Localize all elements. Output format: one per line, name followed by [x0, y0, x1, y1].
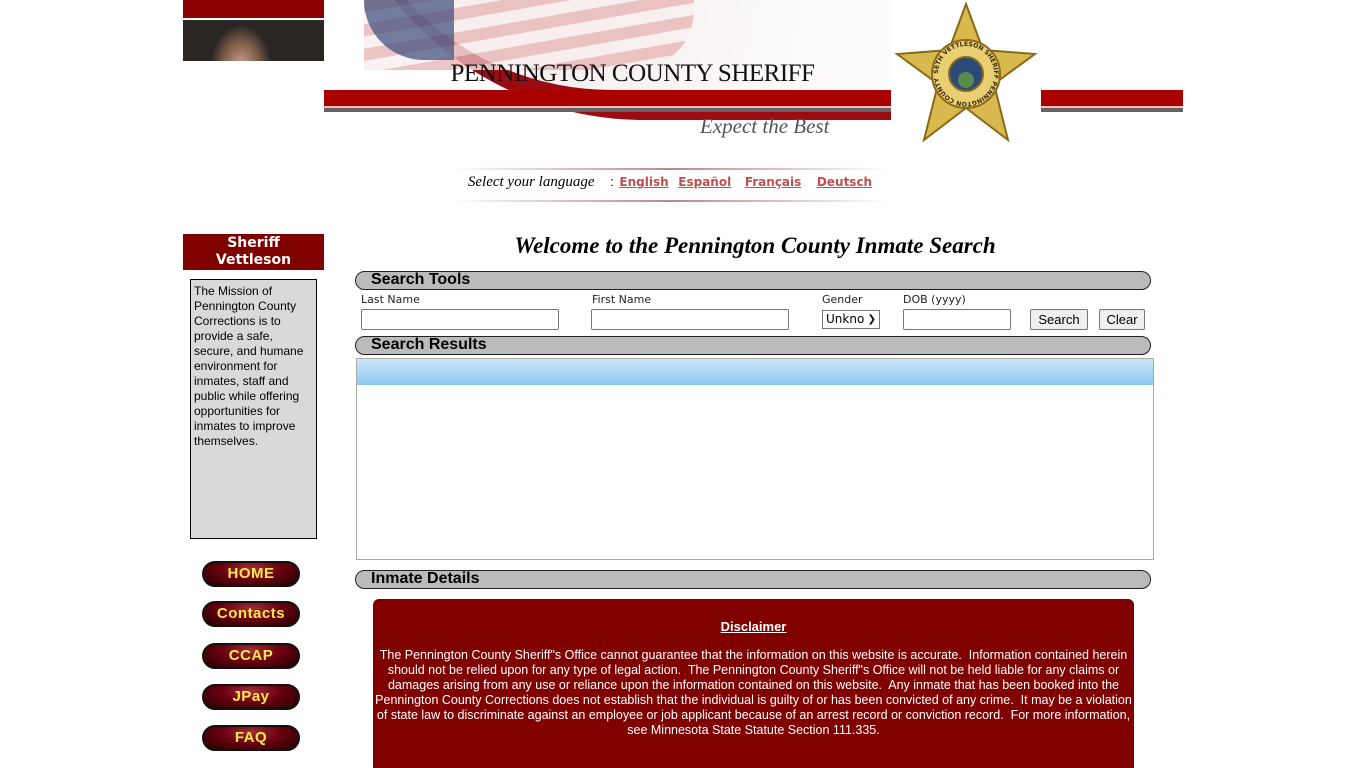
- search-results-header: Search Results: [355, 336, 1151, 355]
- mission-statement: The Mission of Pennington County Correct…: [190, 279, 317, 539]
- inmate-details-header: Inmate Details: [355, 570, 1151, 589]
- header-bar: [1041, 90, 1183, 106]
- last-name-input[interactable]: [361, 309, 559, 330]
- nav-jpay-button[interactable]: JPay: [202, 684, 300, 710]
- lang-english[interactable]: English: [619, 175, 668, 189]
- lang-deutsch[interactable]: Deutsch: [817, 175, 872, 189]
- first-name-input[interactable]: [591, 309, 789, 330]
- language-label: Select your language: [467, 174, 595, 190]
- search-button[interactable]: Search: [1030, 309, 1088, 330]
- language-selector: Select your language : English Español F…: [467, 174, 873, 190]
- nav-ccap-button[interactable]: CCAP: [202, 643, 300, 669]
- sheriff-name-box: Sheriff Vettleson: [183, 234, 324, 270]
- disclaimer-title: Disclaimer: [720, 619, 787, 634]
- disclaimer-text: The Pennington County Sheriff"s Office c…: [375, 648, 1136, 737]
- dob-label: DOB (yyyy): [903, 293, 966, 306]
- lang-francais[interactable]: Français: [745, 175, 801, 189]
- search-results-table: [356, 358, 1154, 560]
- divider: [450, 168, 890, 170]
- chevron-down-icon: ❯: [867, 314, 876, 325]
- gender-label: Gender: [822, 293, 863, 306]
- dob-input[interactable]: [903, 309, 1011, 330]
- sheriff-badge-logo: SETH VETTLESON SHERIFF PENNINGTON COUNTY: [894, 2, 1038, 143]
- results-table-header: [357, 359, 1153, 385]
- lang-espanol[interactable]: Español: [678, 175, 731, 189]
- nav-home-button[interactable]: HOME: [202, 561, 300, 587]
- first-name-label: First Name: [592, 293, 652, 306]
- clear-button[interactable]: Clear: [1099, 309, 1145, 330]
- sheriff-photo: [183, 20, 324, 61]
- gender-select[interactable]: Unkno ❯: [822, 310, 880, 329]
- nav-contacts-button[interactable]: Contacts: [202, 601, 300, 627]
- last-name-label: Last Name: [361, 293, 420, 306]
- disclaimer-box: Disclaimer The Pennington County Sheriff…: [373, 599, 1134, 768]
- divider: [450, 200, 890, 202]
- tagline: Expect the Best: [700, 114, 830, 138]
- nav-faq-button[interactable]: FAQ: [202, 725, 300, 751]
- header-strip: [183, 0, 324, 18]
- page-title: Welcome to the Pennington County Inmate …: [514, 233, 996, 258]
- search-tools-header: Search Tools: [355, 271, 1151, 290]
- site-title: PENNINGTON COUNTY SHERIFF: [450, 60, 815, 87]
